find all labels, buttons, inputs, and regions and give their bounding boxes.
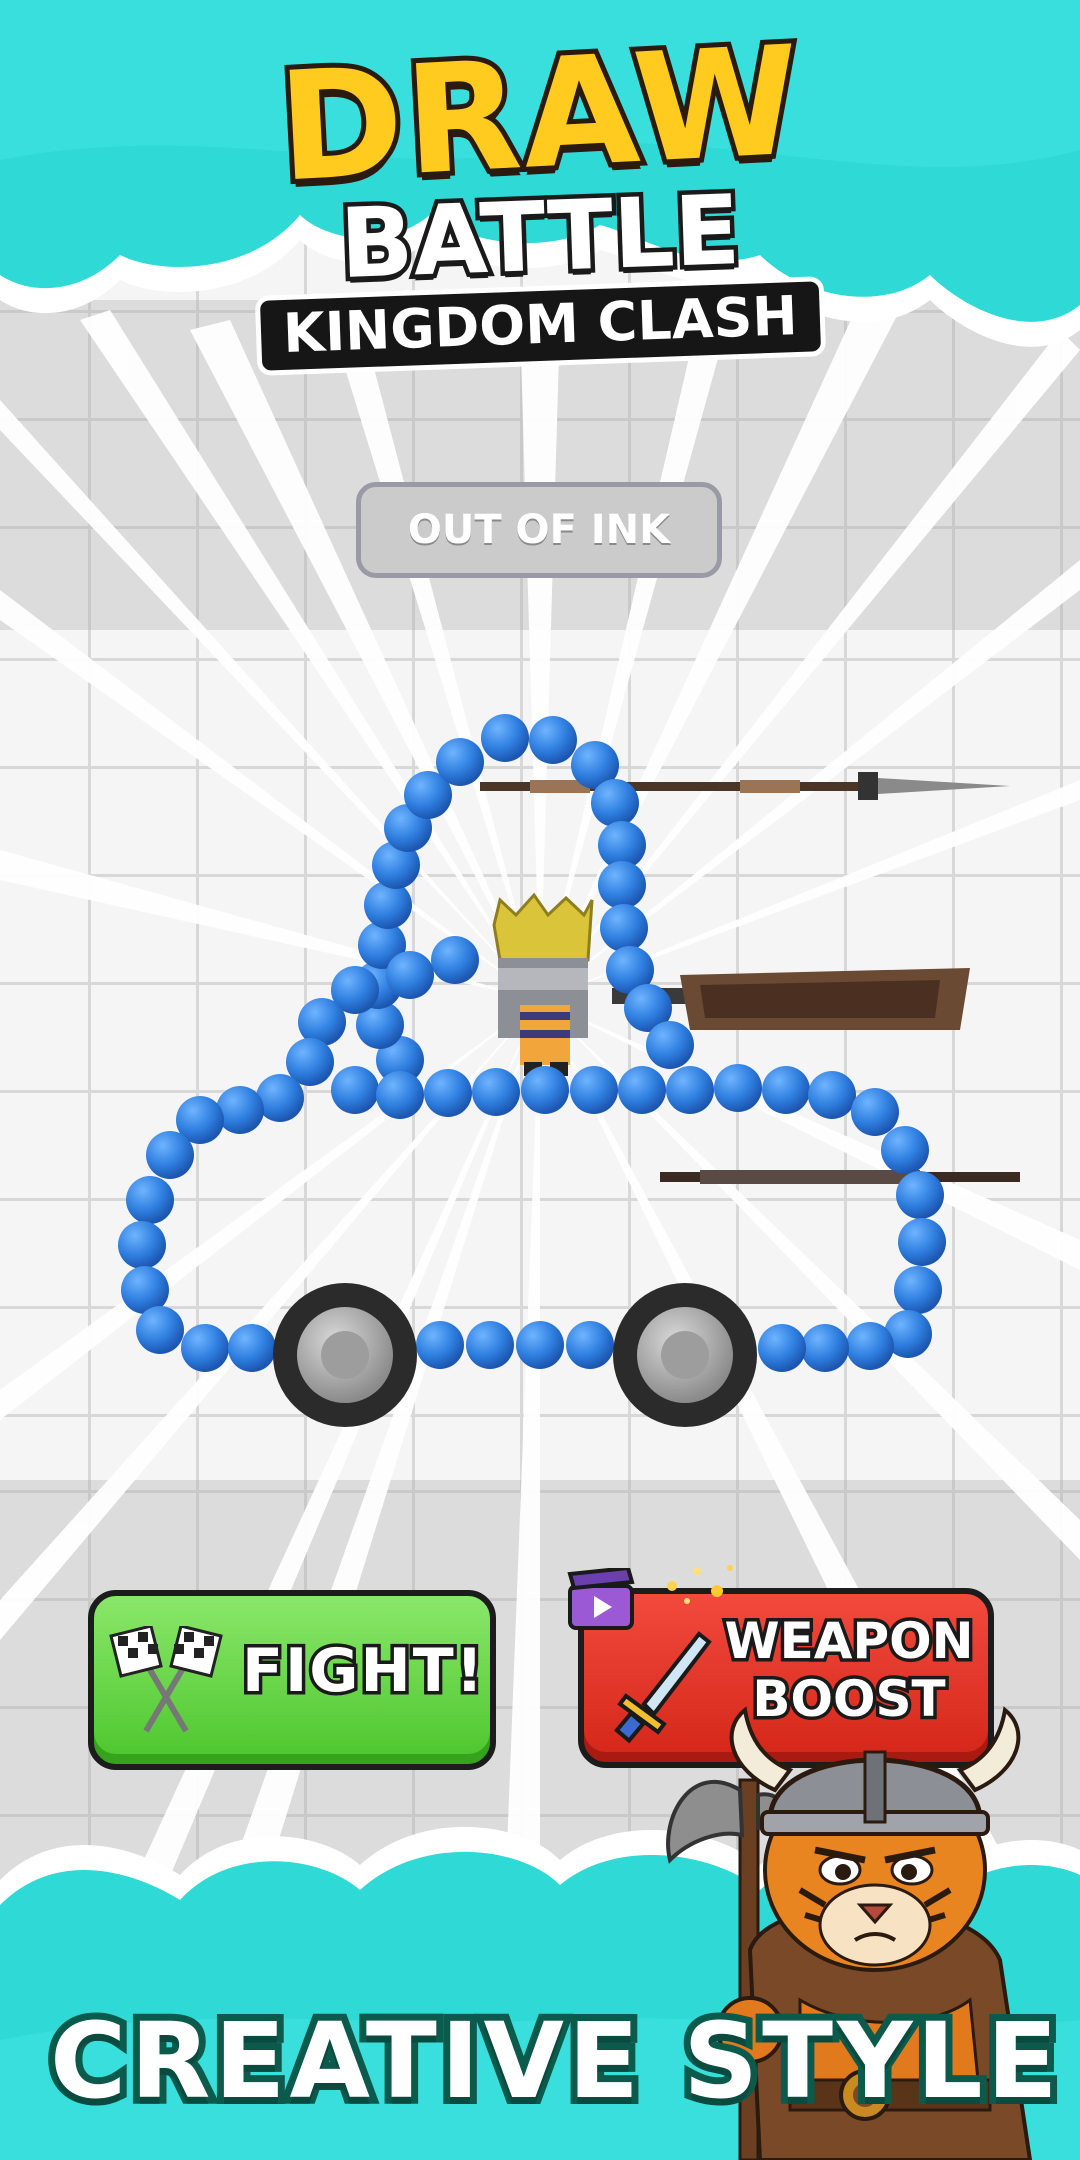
out-of-ink-button[interactable]: OUT OF INK xyxy=(356,482,722,578)
sparkle-effect xyxy=(667,1565,733,1604)
wheel-left xyxy=(273,1283,417,1427)
logo-subtitle: KINGDOM CLASH xyxy=(254,276,826,376)
video-clapper-icon xyxy=(567,1568,635,1630)
boost-line-1: WEAPON xyxy=(721,1609,977,1674)
spear-bottom xyxy=(660,1170,1020,1184)
fight-button[interactable]: FIGHT! xyxy=(88,1590,496,1770)
wheel-right xyxy=(613,1283,757,1427)
game-logo: DRAW BATTLE KINGDOM CLASH xyxy=(0,9,1080,376)
checkered-flags-icon xyxy=(109,1626,223,1733)
king-figure xyxy=(492,892,594,1076)
tagline: CREATIVE STYLE xyxy=(43,1993,1065,2129)
spear-top xyxy=(480,772,1010,800)
fight-label: FIGHT! xyxy=(238,1633,486,1710)
